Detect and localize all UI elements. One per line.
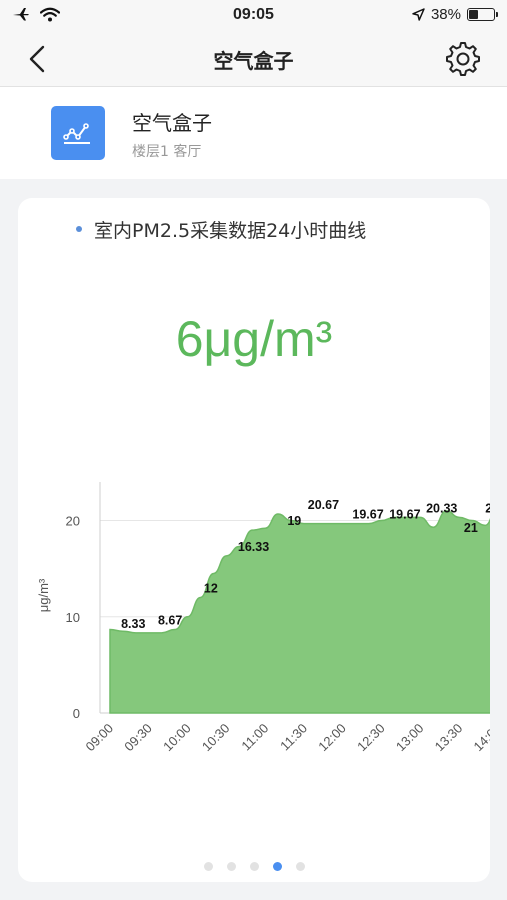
data-label: 8.33 <box>121 617 145 631</box>
battery-icon <box>467 8 498 21</box>
data-label: 20.67 <box>308 498 339 512</box>
y-axis-label: μg/m³ <box>36 578 51 612</box>
device-name: 空气盒子 <box>132 111 212 135</box>
line-chart-icon <box>63 123 90 144</box>
data-label: 16.33 <box>238 540 269 554</box>
page-indicator <box>18 862 490 871</box>
y-tick-label: 0 <box>73 706 80 721</box>
x-tick-label: 11:00 <box>238 721 271 754</box>
device-location: 楼层1 客厅 <box>132 144 202 160</box>
page-title: 空气盒子 <box>213 49 294 73</box>
pager-dot[interactable] <box>203 862 213 871</box>
navigation-bar: 空气盒子 <box>0 32 507 87</box>
x-tick-label: 11:30 <box>277 721 310 754</box>
x-tick-label: 09:30 <box>121 721 155 755</box>
x-tick-label: 13:00 <box>393 721 427 755</box>
location-arrow-icon <box>412 8 425 21</box>
x-tick-label: 10:30 <box>199 721 233 755</box>
x-tick-label: 14:00 <box>471 721 490 755</box>
battery-level <box>469 10 478 19</box>
pm25-area-chart: 0 10 20 μg/m³ 8.33 8.67 12 16.33 19 20.67 19.67 19.… <box>36 482 490 755</box>
data-label: 19.67 <box>389 508 420 522</box>
status-right: 38% <box>412 6 498 23</box>
chart-card[interactable]: 室内PM2.5采集数据24小时曲线 6μg/m³ 0 10 20 μg/m³ 8.33 8… <box>18 198 490 882</box>
data-label: 20.33 <box>426 501 457 515</box>
device-icon <box>51 106 105 160</box>
pager-dot[interactable] <box>249 862 259 871</box>
pager-dot[interactable] <box>226 862 236 871</box>
data-label: 19.67 <box>352 508 383 522</box>
data-label: 8.67 <box>158 614 182 628</box>
pager-dot[interactable] <box>295 862 305 871</box>
battery-cap <box>496 12 498 17</box>
data-label: 20 <box>485 501 490 515</box>
battery-percent: 38% <box>430 6 461 23</box>
status-bar: 09:05 38% <box>0 0 507 32</box>
x-tick-label: 10:00 <box>160 721 194 755</box>
y-tick-label: 20 <box>66 514 80 529</box>
x-tick-label: 09:00 <box>83 721 117 755</box>
y-tick-label: 10 <box>66 610 80 625</box>
device-header: 空气盒子 楼层1 客厅 <box>0 87 507 179</box>
x-tick-label: 12:00 <box>315 721 349 755</box>
data-label: 21 <box>464 521 478 535</box>
data-label: 12 <box>204 582 218 596</box>
pager-dot[interactable] <box>272 862 282 871</box>
series-area <box>109 510 490 714</box>
chart-caption: 室内PM2.5采集数据24小时曲线 <box>94 220 367 242</box>
caption-bullet <box>76 226 82 232</box>
x-tick-label: 13:30 <box>432 721 466 755</box>
current-pm25-value: 6μg/m³ <box>175 311 333 367</box>
gear-icon[interactable] <box>445 41 481 77</box>
data-label: 19 <box>287 514 301 528</box>
x-tick-label: 12:30 <box>354 721 388 755</box>
